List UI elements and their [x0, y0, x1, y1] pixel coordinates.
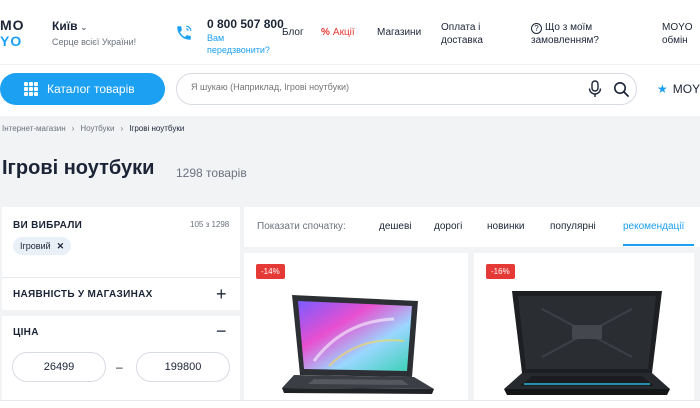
active-sort-underline: [623, 244, 694, 246]
nav-order-line2: замовленням?: [531, 35, 599, 46]
favorites-link[interactable]: ★ MOY: [657, 82, 700, 96]
discount-badge: -16%: [486, 264, 515, 279]
selected-filters-ratio: 105 з 1298: [190, 220, 230, 229]
grid-icon: [24, 82, 38, 96]
nav-order-line1: Що з моїм: [545, 22, 593, 33]
laptop-image[interactable]: [274, 291, 444, 401]
search-input[interactable]: [191, 82, 581, 92]
price-filter: ЦІНА − –: [2, 316, 240, 408]
nav-promo-label: Акції: [332, 27, 355, 38]
breadcrumb: Інтернет-магазин › Ноутбуки › Ігрові ноутбук…: [2, 124, 184, 133]
favorites-label: MOY: [672, 82, 700, 96]
callback-link[interactable]: Вам передзвонити?: [207, 32, 287, 56]
search-icon[interactable]: [613, 81, 629, 97]
sort-option-expensive[interactable]: дорогі: [434, 221, 462, 232]
catalog-button[interactable]: Каталог товарів: [0, 73, 165, 105]
catalog-label: Каталог товарів: [47, 82, 135, 96]
nav-order-status[interactable]: ? Що з моїм замовленням?: [531, 21, 599, 47]
nav-shops[interactable]: Магазини: [377, 27, 421, 38]
breadcrumb-item-home[interactable]: Інтернет-магазин: [2, 124, 66, 133]
search-box: [176, 73, 637, 105]
breadcrumb-separator: ›: [71, 124, 75, 133]
bottom-strip: [0, 400, 700, 408]
product-card[interactable]: -16%: [474, 253, 694, 408]
sort-option-new[interactable]: новинки: [487, 221, 524, 232]
sort-option-popular[interactable]: популярні: [550, 221, 596, 232]
logo-bottom: YO: [0, 33, 23, 49]
breadcrumb-separator: ›: [120, 124, 124, 133]
microphone-icon[interactable]: [587, 80, 603, 98]
plus-icon[interactable]: +: [216, 285, 227, 303]
percent-icon: %: [321, 27, 330, 38]
sort-option-recommended[interactable]: рекомендації: [623, 221, 684, 232]
phone-number[interactable]: 0 800 507 800: [207, 17, 284, 31]
discount-badge: -14%: [256, 264, 285, 279]
nav-moyo-exchange[interactable]: MOYO обмін: [662, 21, 693, 47]
chevron-down-icon: ⌄: [80, 23, 88, 32]
nav-payment-delivery[interactable]: Оплата і доставка: [441, 21, 483, 47]
logo-top: MO: [0, 17, 25, 33]
sort-option-cheap[interactable]: дешеві: [379, 221, 412, 232]
product-card[interactable]: -14%: [244, 253, 468, 408]
search-row: Каталог товарів ★ MOY: [0, 64, 700, 116]
selected-filters-panel: ВИ ВИБРАЛИ 105 з 1298 Ігровий ✕: [2, 207, 240, 277]
product-count: 1298 товарів: [176, 166, 247, 180]
sort-label: Показати спочатку:: [257, 221, 346, 232]
breadcrumb-item-laptops[interactable]: Ноутбуки: [80, 124, 114, 133]
nav-blog[interactable]: Блог: [282, 27, 304, 38]
sort-bar: Показати спочатку: дешеві дорогі новинки…: [244, 207, 700, 247]
question-icon: ?: [531, 23, 542, 34]
header-bar: MO YO Київ ⌄ Серце всієї України! 0 800 5…: [0, 0, 700, 64]
price-to-input[interactable]: [136, 352, 230, 382]
phone-icon: [177, 25, 192, 40]
breadcrumb-item-current: Ігрові ноутбуки: [129, 124, 185, 133]
nav-exchange-line1: MOYO: [662, 22, 693, 33]
nav-exchange-line2: обмін: [662, 35, 688, 46]
city-name: Київ: [52, 19, 78, 33]
availability-filter[interactable]: НАЯВНІСТЬ У МАГАЗИНАХ +: [2, 277, 240, 310]
selected-filters-title: ВИ ВИБРАЛИ: [13, 220, 83, 231]
minus-icon[interactable]: −: [216, 321, 227, 342]
filter-chip-gaming[interactable]: Ігровий ✕: [13, 237, 72, 255]
moyo-logo[interactable]: MO YO: [0, 18, 32, 50]
nav-pay-line1: Оплата і: [441, 22, 481, 33]
city-subtitle: Серце всієї України!: [52, 37, 137, 47]
price-title: ЦІНА: [13, 327, 39, 338]
nav-pay-line2: доставка: [441, 35, 483, 46]
page-title: Ігрові ноутбуки: [2, 157, 155, 179]
price-from-input[interactable]: [12, 352, 106, 382]
filter-chip-label: Ігровий: [20, 241, 51, 251]
city-selector[interactable]: Київ ⌄: [52, 19, 87, 33]
price-range-dash: –: [116, 360, 123, 374]
availability-title: НАЯВНІСТЬ У МАГАЗИНАХ: [13, 289, 153, 300]
close-icon[interactable]: ✕: [57, 241, 65, 251]
nav-promo[interactable]: % Акції: [321, 27, 355, 38]
laptop-image[interactable]: [502, 287, 672, 401]
star-icon: ★: [657, 82, 668, 96]
